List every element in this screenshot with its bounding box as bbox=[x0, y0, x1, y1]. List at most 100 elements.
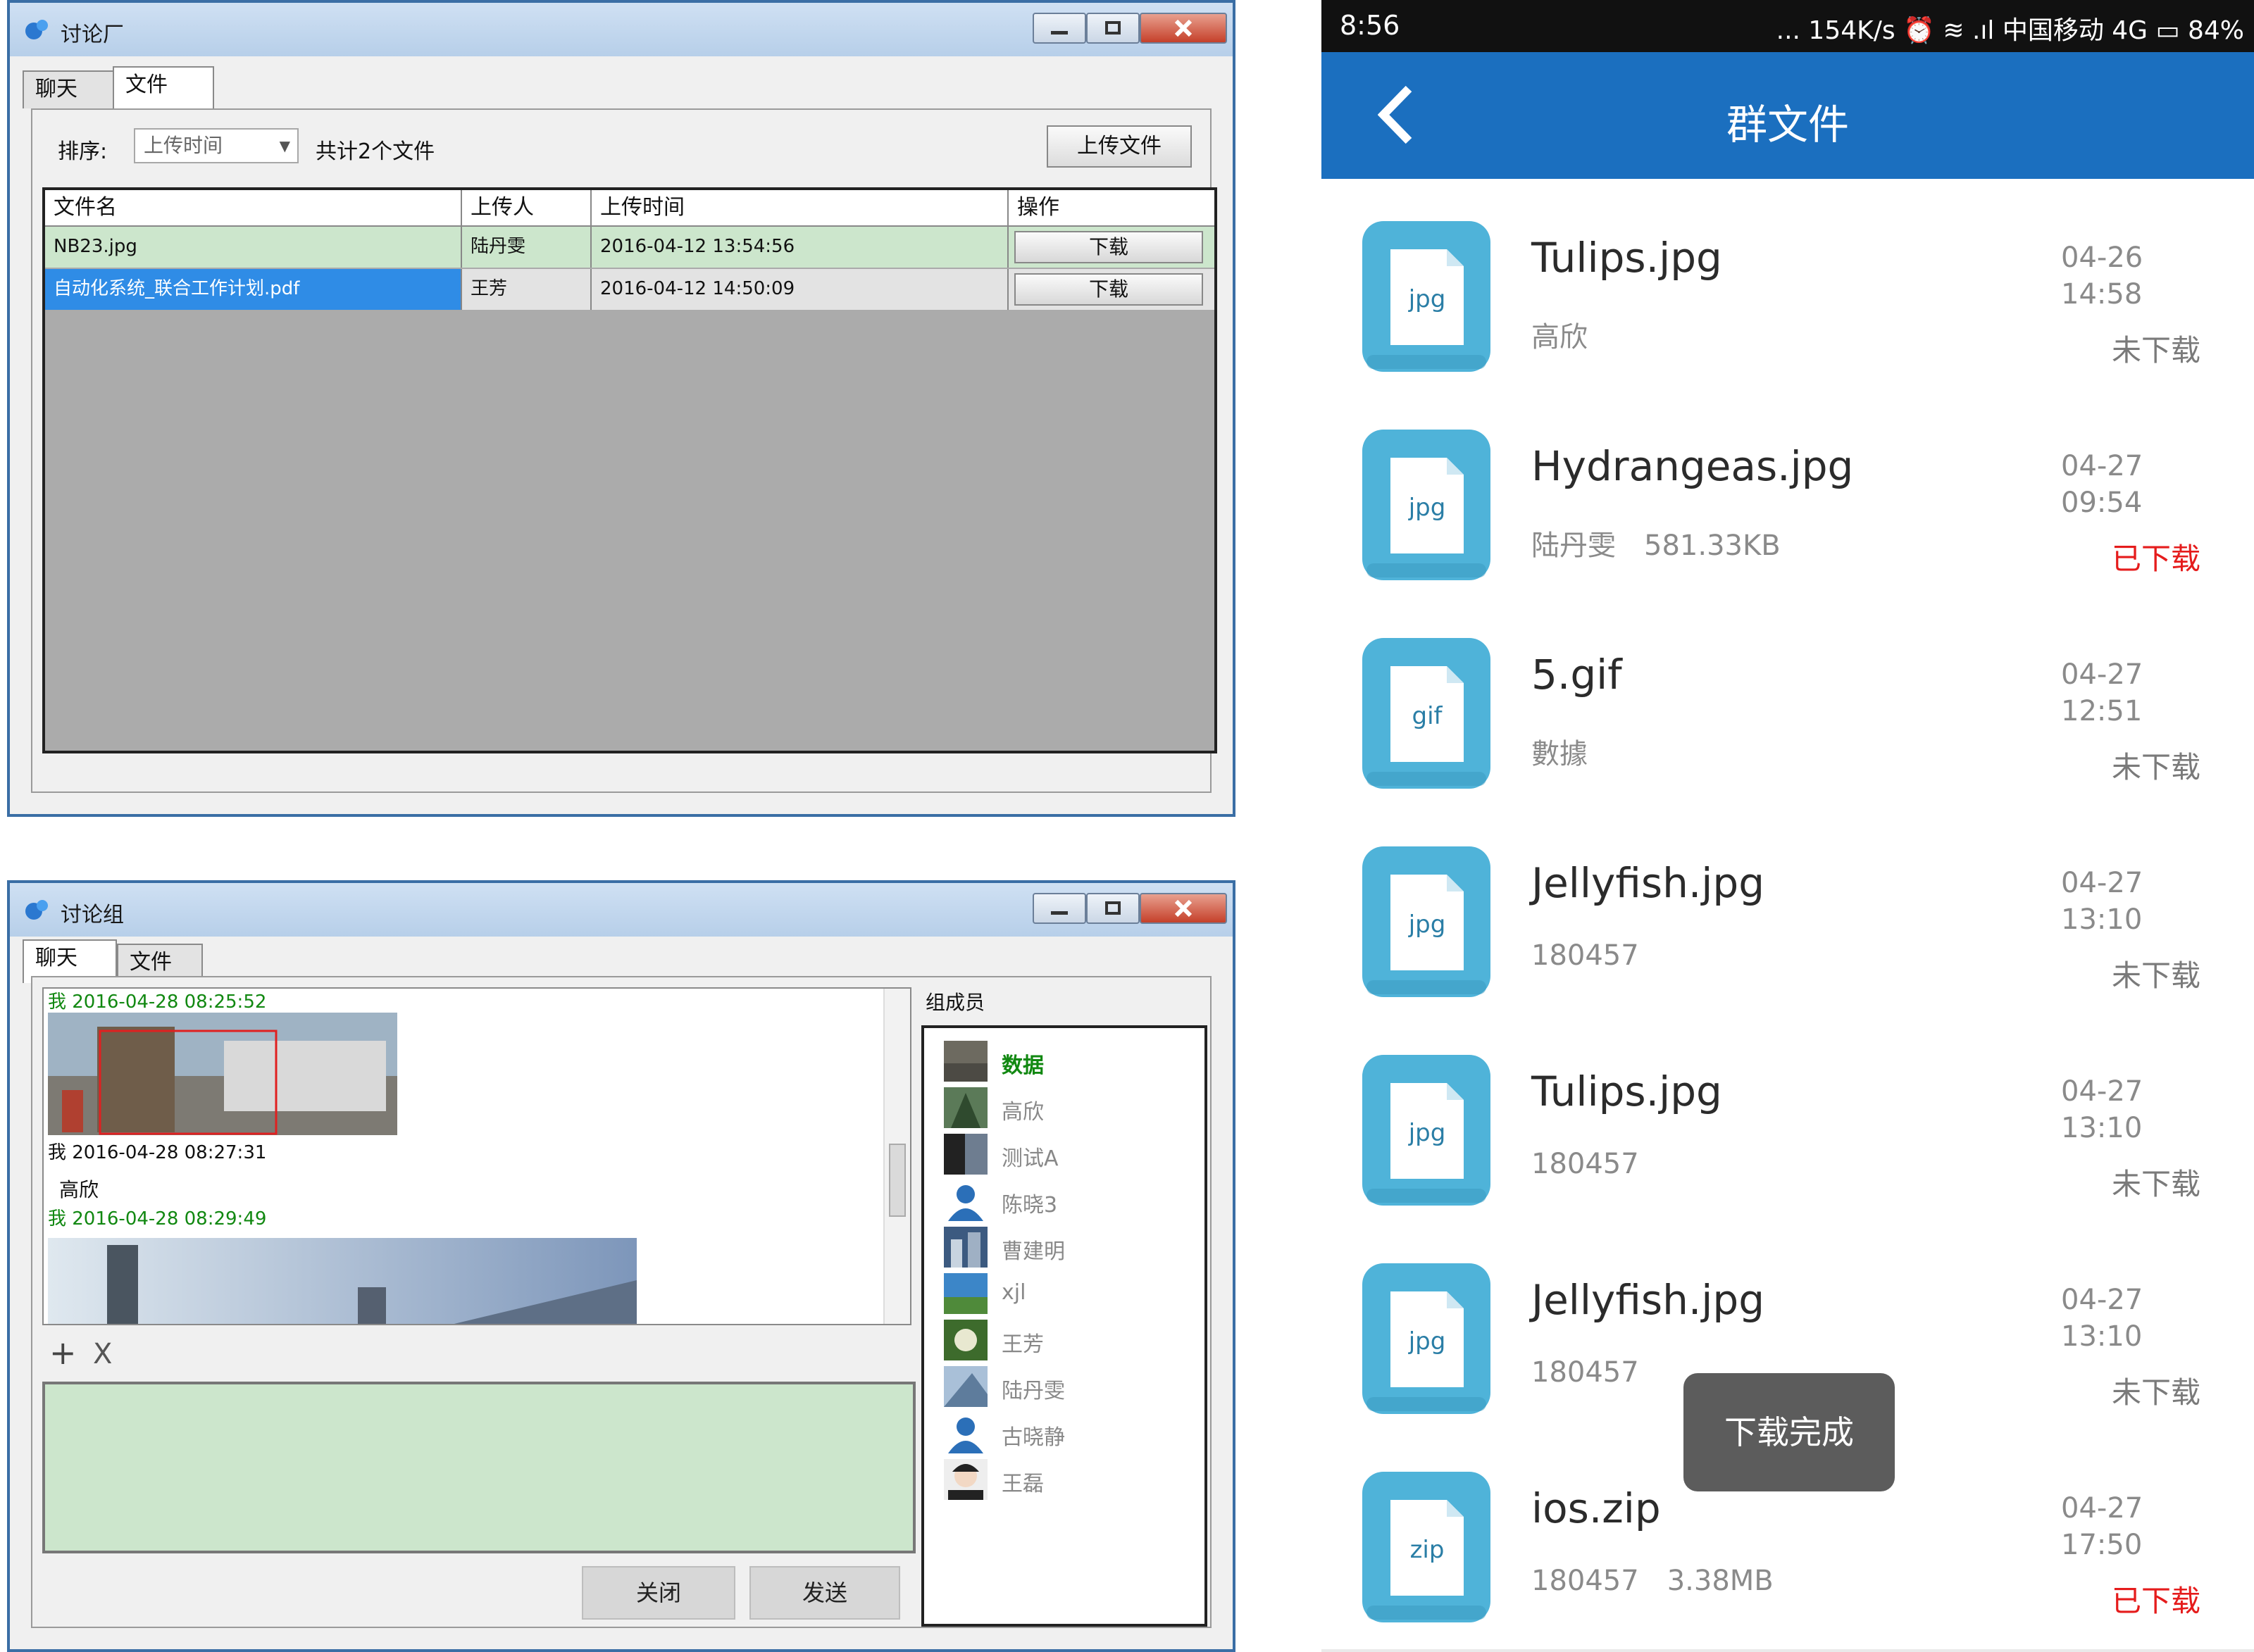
file-uploader: 180457 bbox=[1531, 1356, 1639, 1389]
send-button[interactable]: 发送 bbox=[749, 1566, 900, 1620]
maximize-button[interactable] bbox=[1086, 13, 1140, 44]
download-button[interactable]: 下载 bbox=[1014, 231, 1203, 263]
member-list[interactable]: 数据 高欣 测试A 陈晓3 曹建明 xjl 王芳 陆丹雯 古晓静 王磊 bbox=[921, 1025, 1207, 1627]
message-image[interactable] bbox=[48, 1238, 637, 1325]
file-timestamp: 04-27 13:10 bbox=[2061, 1282, 2143, 1355]
column-header-name[interactable]: 文件名 bbox=[45, 190, 462, 225]
download-complete-toast: 下载完成 bbox=[1683, 1373, 1895, 1491]
member-name: 陆丹雯 bbox=[1002, 1379, 1065, 1403]
scroll-thumb[interactable] bbox=[889, 1144, 906, 1217]
app-icon bbox=[25, 20, 48, 39]
file-time: 09:54 bbox=[2061, 487, 2143, 519]
minimize-button[interactable] bbox=[1033, 893, 1086, 924]
sort-dropdown[interactable]: 上传时间 ▼ bbox=[134, 128, 299, 163]
file-item[interactable]: jpg Jellyfish.jpg 180457 04-27 13:10 未下载 bbox=[1321, 815, 2254, 1027]
upload-file-button[interactable]: 上传文件 bbox=[1047, 125, 1192, 168]
minimize-icon bbox=[1051, 31, 1068, 35]
file-item[interactable]: jpg Tulips.jpg 180457 04-27 13:10 未下载 bbox=[1321, 1024, 2254, 1235]
tab-chat[interactable]: 聊天 bbox=[23, 70, 114, 108]
file-date: 04-27 bbox=[2061, 450, 2143, 482]
file-time: 17:50 bbox=[2061, 1529, 2143, 1561]
download-status[interactable]: 已下载 bbox=[2112, 535, 2200, 578]
file-time: 13:10 bbox=[2061, 1320, 2143, 1353]
member-name: 测试A bbox=[1002, 1146, 1059, 1171]
file-item[interactable]: gif 5.gif 數據 04-27 12:51 未下载 bbox=[1321, 607, 2254, 818]
download-status[interactable]: 已下载 bbox=[2112, 1577, 2200, 1620]
file-timestamp: 04-27 09:54 bbox=[2061, 448, 2143, 521]
file-uploader: 陆丹雯 bbox=[1531, 530, 1616, 562]
file-timestamp: 04-27 12:51 bbox=[2061, 656, 2143, 730]
file-date: 04-27 bbox=[2061, 658, 2143, 691]
chat-scrollbar[interactable] bbox=[883, 989, 910, 1324]
add-icon[interactable]: + bbox=[49, 1334, 77, 1372]
message-history[interactable]: 我 2016-04-28 08:25:52 我 2016-04-28 08:27… bbox=[42, 987, 911, 1325]
download-status[interactable]: 未下载 bbox=[2112, 327, 2200, 370]
avatar bbox=[944, 1366, 988, 1407]
file-name: ios.zip bbox=[1531, 1484, 1661, 1532]
remove-icon[interactable]: X bbox=[93, 1338, 112, 1370]
maximize-button[interactable] bbox=[1086, 893, 1140, 924]
file-count: 共计2个文件 bbox=[316, 139, 435, 164]
file-uploader: 高欣 bbox=[1531, 321, 1588, 353]
download-status[interactable]: 未下载 bbox=[2112, 744, 2200, 787]
message-image[interactable] bbox=[48, 1013, 397, 1135]
file-extension-label: gif bbox=[1412, 702, 1443, 730]
file-item[interactable]: jpg Hydrangeas.jpg 陆丹雯 581.33KB 04-27 09:54 已下… bbox=[1321, 399, 2254, 610]
sort-value: 上传时间 bbox=[144, 134, 223, 157]
file-time: 12:51 bbox=[2061, 695, 2143, 727]
file-timestamp: 04-27 13:10 bbox=[2061, 865, 2143, 938]
title-bar[interactable]: 讨论厂 bbox=[10, 3, 1233, 56]
minimize-button[interactable] bbox=[1033, 13, 1086, 44]
file-table: 文件名 上传人 上传时间 操作 NB23.jpg 陆丹雯 2016-04-12 … bbox=[42, 187, 1217, 753]
file-size: 3.38MB bbox=[1667, 1565, 1774, 1597]
window-title: 讨论厂 bbox=[61, 23, 124, 47]
close-chat-button[interactable]: 关闭 bbox=[582, 1566, 735, 1620]
column-header-uploader[interactable]: 上传人 bbox=[462, 190, 592, 225]
file-name: 5.gif bbox=[1531, 651, 1622, 699]
tab-files[interactable]: 文件 bbox=[113, 66, 214, 110]
message-header: 我 2016-04-28 08:25:52 bbox=[48, 991, 267, 1013]
message-input[interactable] bbox=[42, 1382, 916, 1553]
avatar bbox=[944, 1041, 988, 1082]
uploader-cell: 王芳 bbox=[462, 269, 592, 310]
file-meta: 180457 bbox=[1531, 939, 1639, 972]
maximize-icon bbox=[1105, 21, 1121, 35]
file-icon: jpg bbox=[1362, 430, 1490, 580]
file-timestamp: 04-27 13:10 bbox=[2061, 1073, 2143, 1146]
file-extension-label: jpg bbox=[1408, 494, 1446, 522]
members-title: 组成员 bbox=[926, 991, 985, 1014]
file-uploader: 數據 bbox=[1531, 738, 1588, 770]
file-item[interactable]: jpg Tulips.jpg 高欣 04-26 14:58 未下载 bbox=[1321, 190, 2254, 401]
chat-window: 讨论组 聊天 文件 我 2016-04-28 08:25:52 我 2016-0… bbox=[7, 880, 1235, 1652]
close-button[interactable] bbox=[1140, 13, 1227, 44]
title-bar[interactable]: 讨论组 bbox=[10, 883, 1233, 937]
message-header: 我 2016-04-28 08:27:31 bbox=[48, 1142, 267, 1163]
file-date: 04-27 bbox=[2061, 1492, 2143, 1525]
table-row[interactable]: 自动化系统_联合工作计划.pdf 王芳 2016-04-12 14:50:09 … bbox=[45, 269, 1214, 311]
maximize-icon bbox=[1105, 901, 1121, 915]
chevron-down-icon: ▼ bbox=[279, 137, 290, 154]
file-name: Jellyfish.jpg bbox=[1531, 1276, 1765, 1324]
file-name: Tulips.jpg bbox=[1531, 234, 1722, 282]
file-uploader: 180457 bbox=[1531, 939, 1639, 972]
file-date: 04-26 bbox=[2061, 242, 2143, 274]
file-extension-label: jpg bbox=[1408, 1119, 1446, 1147]
file-uploader: 180457 bbox=[1531, 1148, 1639, 1180]
table-row[interactable]: NB23.jpg 陆丹雯 2016-04-12 13:54:56 下载 bbox=[45, 227, 1214, 269]
file-date: 04-27 bbox=[2061, 1075, 2143, 1108]
close-icon bbox=[1174, 19, 1193, 37]
close-icon bbox=[1174, 899, 1193, 918]
download-status[interactable]: 未下载 bbox=[2112, 1160, 2200, 1203]
download-button[interactable]: 下载 bbox=[1014, 273, 1203, 306]
download-status[interactable]: 未下载 bbox=[2112, 952, 2200, 995]
column-header-time[interactable]: 上传时间 bbox=[592, 190, 1009, 225]
avatar bbox=[944, 1459, 988, 1500]
status-indicators: ... 154K/s ⏰ ≋ .ıl 中国移动 4G ▭ 84% bbox=[1776, 16, 2244, 45]
uploader-cell: 陆丹雯 bbox=[462, 227, 592, 268]
minimize-icon bbox=[1051, 911, 1068, 915]
close-button[interactable] bbox=[1140, 893, 1227, 924]
file-icon: gif bbox=[1362, 638, 1490, 789]
app-bar: 群文件 bbox=[1321, 52, 2254, 179]
file-extension-label: jpg bbox=[1408, 911, 1446, 939]
download-status[interactable]: 未下载 bbox=[2112, 1369, 2200, 1412]
